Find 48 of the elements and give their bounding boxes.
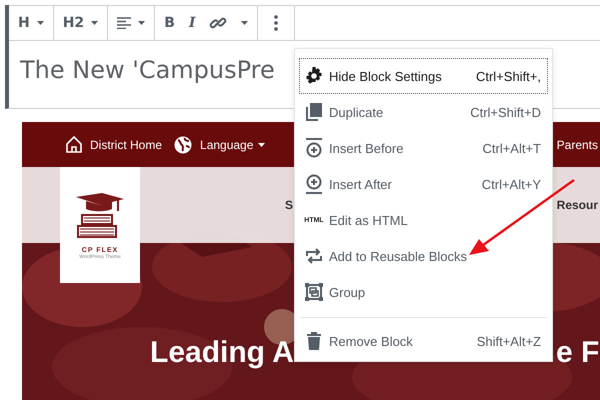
duplicate-icon: [306, 103, 322, 121]
menu-item-label: Add to Reusable Blocks: [329, 248, 468, 264]
group-icon: [305, 283, 323, 301]
home-icon: [66, 136, 82, 153]
caret-icon: [36, 21, 44, 25]
hero-headline: Leading A: [150, 336, 294, 370]
nav-link[interactable]: Parents: [556, 138, 598, 152]
nav-link[interactable]: District Home: [90, 138, 162, 152]
nav-link[interactable]: Resour: [556, 198, 598, 212]
more-vertical-icon: [274, 15, 278, 31]
format-button[interactable]: B: [157, 6, 182, 40]
keyboard-shortcut: Ctrl+Shift+,: [476, 68, 541, 84]
caret-icon: [241, 21, 248, 25]
reusable-block-icon: [305, 248, 323, 264]
menu-item-label: Hide Block Settings: [329, 68, 442, 84]
trash-icon: [307, 332, 321, 350]
format-button[interactable]: H2: [56, 6, 106, 40]
hero-headline: e F: [556, 336, 600, 370]
insert-before-icon: [305, 138, 323, 158]
menu-item[interactable]: Insert Before Ctrl+Alt+T: [299, 130, 548, 166]
keyboard-shortcut: Ctrl+Alt+Y: [482, 176, 541, 192]
graduation-cap-drawing: [74, 191, 126, 239]
menu-item-label: Insert Before: [329, 140, 404, 156]
menu-item[interactable]: Duplicate Ctrl+Shift+D: [299, 94, 548, 130]
nav-link[interactable]: S: [285, 198, 294, 212]
insert-after-icon: [305, 174, 323, 194]
menu-item[interactable]: Add to Reusable Blocks: [299, 238, 548, 274]
format-button[interactable]: H: [11, 6, 51, 40]
keyboard-shortcut: Ctrl+Shift+D: [470, 104, 541, 120]
menu-item-label: Duplicate: [329, 104, 384, 120]
menu-item[interactable]: Insert After Ctrl+Alt+Y: [299, 166, 548, 202]
menu-item[interactable]: Hide Block Settings Ctrl+Shift+,: [299, 58, 548, 94]
align-left-icon: [117, 17, 132, 29]
gear-icon: [305, 67, 323, 85]
keyboard-shortcut: Ctrl+Alt+T: [482, 140, 541, 156]
menu-item-label: Edit as HTML: [329, 212, 408, 228]
menu-item[interactable]: Group: [299, 274, 548, 310]
menu-item-label: Group: [329, 284, 366, 300]
menu-item[interactable]: Remove Block Shift+Alt+Z: [299, 316, 548, 359]
menu-item-label: Insert After: [329, 176, 392, 192]
caret-icon: [258, 142, 266, 146]
globe-icon: [174, 136, 192, 154]
keyboard-shortcut: Shift+Alt+Z: [476, 334, 541, 348]
nav-link[interactable]: Language: [200, 138, 266, 152]
menu-item-label: Remove Block: [329, 334, 413, 348]
caret-icon: [138, 21, 146, 25]
caret-icon: [91, 21, 98, 25]
format-button[interactable]: I: [182, 6, 202, 40]
